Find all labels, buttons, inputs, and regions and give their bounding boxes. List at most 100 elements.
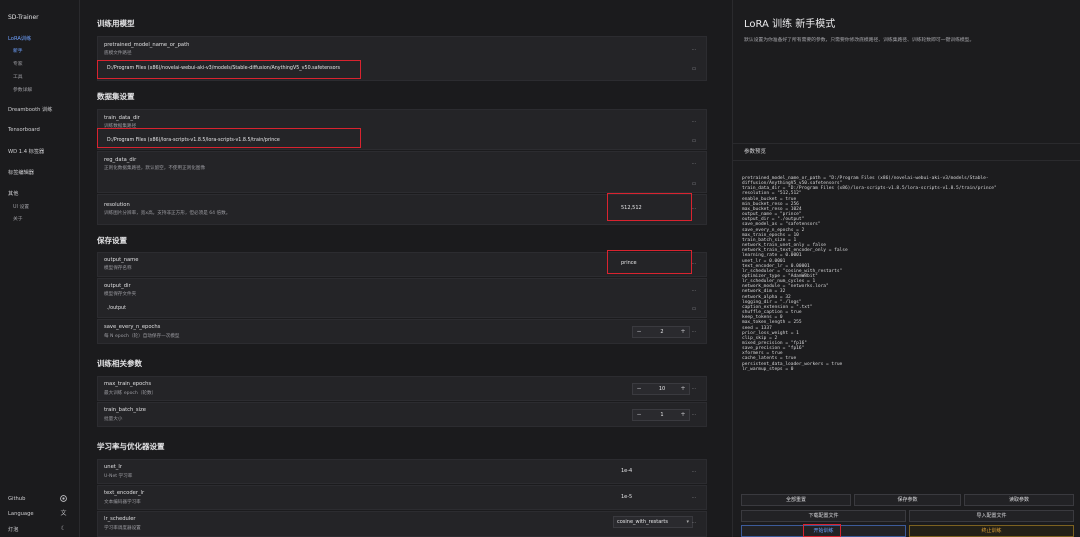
max-epochs-stepper[interactable]: − 10 + bbox=[632, 383, 690, 395]
section-title-lr: 学习率与优化器设置 bbox=[97, 442, 165, 451]
field-desc: 最大训练 epoch（轮数） bbox=[104, 391, 157, 396]
stepper-value[interactable]: 1 bbox=[651, 410, 673, 420]
field-output-dir: output_dir 模型保存文件夹 ⋯ ./output ▭ bbox=[97, 278, 707, 318]
more-icon[interactable]: ⋯ bbox=[690, 494, 698, 502]
field-desc: 模型保存名称 bbox=[104, 266, 132, 271]
field-te-lr: text_encoder_lr 文本编码器学习率 1e-5 ⋯ bbox=[97, 485, 707, 510]
field-batch-size: train_batch_size 批量大小 − 1 + ⋯ bbox=[97, 402, 707, 427]
more-icon[interactable]: ⋯ bbox=[690, 160, 698, 168]
field-save-every: save_every_n_epochs 每 N epoch（轮）自动保存一次模型… bbox=[97, 319, 707, 344]
reset-all-button[interactable]: 全部重置 bbox=[741, 494, 851, 506]
highlight-box bbox=[607, 193, 692, 221]
github-link[interactable]: Github bbox=[8, 496, 25, 502]
section-title-train: 训练相关参数 bbox=[97, 359, 142, 368]
lr-scheduler-select[interactable]: cosine_with_restarts ▾ bbox=[613, 516, 693, 528]
moon-icon[interactable]: ☾ bbox=[60, 525, 67, 532]
more-icon[interactable]: ⋯ bbox=[690, 468, 698, 476]
field-desc: 底模文件路径 bbox=[104, 51, 132, 56]
field-key: resolution bbox=[104, 202, 130, 208]
increment-button[interactable]: + bbox=[678, 384, 688, 394]
code-line: lr_warmup_steps = 0 bbox=[742, 366, 794, 372]
field-key: pretrained_model_name_or_path bbox=[104, 42, 190, 48]
sidebar-sub-about[interactable]: 关于 bbox=[13, 215, 23, 222]
language-switch[interactable]: Language bbox=[8, 511, 34, 517]
field-desc: 训练图片分辨率，宽x高。支持非正方形，但必须是 64 倍数。 bbox=[104, 211, 231, 216]
batch-size-stepper[interactable]: − 1 + bbox=[632, 409, 690, 421]
download-config-button[interactable]: 下载配置文件 bbox=[741, 510, 906, 522]
sidebar-sub-tools[interactable]: 工具 bbox=[13, 73, 23, 80]
sidebar-item-tensorboard[interactable]: Tensorboard bbox=[8, 127, 40, 133]
sidebar-sub-expert[interactable]: 专家 bbox=[13, 60, 23, 67]
field-desc: 正则化数据集路径，默认留空，不使用正则化图像 bbox=[104, 166, 206, 171]
field-max-epochs: max_train_epochs 最大训练 epoch（轮数） − 10 + ⋯ bbox=[97, 376, 707, 401]
highlight-box bbox=[803, 524, 841, 537]
theme-toggle[interactable]: 灯泡 bbox=[8, 526, 18, 533]
brand[interactable]: SD-Trainer bbox=[8, 14, 39, 21]
more-icon[interactable]: ⋯ bbox=[690, 328, 698, 336]
field-key: reg_data_dir bbox=[104, 157, 137, 163]
decrement-button[interactable]: − bbox=[634, 327, 644, 337]
params-preview-code: pretrained_model_name_or_path = "D:/Prog… bbox=[742, 176, 1072, 372]
increment-button[interactable]: + bbox=[678, 327, 688, 337]
field-desc: 学习率调度器设置 bbox=[104, 526, 141, 531]
field-desc: 模型保存文件夹 bbox=[104, 292, 137, 297]
preview-title: 参数预览 bbox=[744, 149, 767, 155]
more-icon[interactable]: ⋯ bbox=[690, 287, 698, 295]
folder-icon[interactable]: ▭ bbox=[690, 305, 698, 313]
unet-lr-input[interactable]: 1e-4 bbox=[621, 468, 632, 474]
field-key: train_batch_size bbox=[104, 407, 146, 413]
sidebar-item-dreambooth[interactable]: Dreambooth 训练 bbox=[8, 106, 52, 113]
divider bbox=[733, 143, 1080, 144]
folder-icon[interactable]: ▭ bbox=[690, 137, 698, 145]
field-desc: 批量大小 bbox=[104, 417, 123, 422]
read-params-button[interactable]: 读取参数 bbox=[964, 494, 1074, 506]
more-icon[interactable]: ⋯ bbox=[690, 118, 698, 126]
field-key: output_name bbox=[104, 257, 139, 263]
decrement-button[interactable]: − bbox=[634, 410, 644, 420]
increment-button[interactable]: + bbox=[678, 410, 688, 420]
import-config-button[interactable]: 导入配置文件 bbox=[909, 510, 1074, 522]
save-every-stepper[interactable]: − 2 + bbox=[632, 326, 690, 338]
highlight-box bbox=[97, 60, 361, 79]
more-icon[interactable]: ⋯ bbox=[690, 46, 698, 54]
folder-icon[interactable]: ▭ bbox=[690, 65, 698, 73]
sidebar: SD-Trainer LoRA训练 新手 专家 工具 参数详解 Dreamboo… bbox=[0, 0, 80, 537]
main-content: 训练用模型 pretrained_model_name_or_path 底模文件… bbox=[81, 0, 731, 537]
field-reg-data-dir: reg_data_dir 正则化数据集路径，默认留空，不使用正则化图像 ⋯ ▭ bbox=[97, 151, 707, 193]
field-lr-scheduler: lr_scheduler 学习率调度器设置 cosine_with_restar… bbox=[97, 511, 707, 537]
te-lr-input[interactable]: 1e-5 bbox=[621, 494, 632, 500]
sidebar-item-other[interactable]: 其他 bbox=[8, 190, 18, 197]
sidebar-sub-novice[interactable]: 新手 bbox=[13, 47, 23, 54]
folder-icon[interactable]: ▭ bbox=[690, 180, 698, 188]
more-icon[interactable]: ⋯ bbox=[690, 385, 698, 393]
field-desc: 文本编码器学习率 bbox=[104, 500, 141, 505]
more-icon[interactable]: ⋯ bbox=[690, 519, 698, 527]
field-unet-lr: unet_lr U-Net 学习率 1e-4 ⋯ bbox=[97, 459, 707, 484]
field-key: output_dir bbox=[104, 283, 131, 289]
more-icon[interactable]: ⋯ bbox=[690, 411, 698, 419]
section-title-model: 训练用模型 bbox=[97, 19, 135, 28]
right-panel: LoRA 训练 新手模式 默认设置为你准备好了所有需要的参数，只需要你修改底模路… bbox=[732, 0, 1080, 537]
highlight-box bbox=[97, 128, 361, 148]
translate-icon[interactable]: 文 bbox=[60, 510, 67, 517]
section-title-save: 保存设置 bbox=[97, 236, 127, 245]
field-key: save_every_n_epochs bbox=[104, 324, 161, 330]
field-desc: 每 N epoch（轮）自动保存一次模型 bbox=[104, 334, 180, 339]
sidebar-item-tag-editor[interactable]: 标签编辑器 bbox=[8, 169, 34, 176]
output-dir-input[interactable]: ./output bbox=[104, 304, 676, 314]
stepper-value[interactable]: 10 bbox=[651, 384, 673, 394]
sidebar-sub-ui-settings[interactable]: UI 设置 bbox=[13, 203, 29, 210]
sidebar-item-wd-tagger[interactable]: WD 1.4 标签器 bbox=[8, 148, 44, 155]
divider bbox=[733, 160, 1080, 161]
stop-training-button[interactable]: 终止训练 bbox=[909, 525, 1074, 537]
save-params-button[interactable]: 保存参数 bbox=[854, 494, 961, 506]
field-key: max_train_epochs bbox=[104, 381, 152, 387]
field-key: lr_scheduler bbox=[104, 516, 136, 522]
github-icon[interactable] bbox=[60, 495, 67, 502]
panel-description: 默认设置为你准备好了所有需要的参数，只需要你修改底模路径、训练集路径、训练轮数即… bbox=[744, 38, 975, 43]
field-key: train_data_dir bbox=[104, 115, 140, 121]
decrement-button[interactable]: − bbox=[634, 384, 644, 394]
stepper-value[interactable]: 2 bbox=[651, 327, 673, 337]
sidebar-sub-params[interactable]: 参数详解 bbox=[13, 86, 32, 93]
sidebar-item-lora[interactable]: LoRA训练 bbox=[8, 35, 31, 42]
